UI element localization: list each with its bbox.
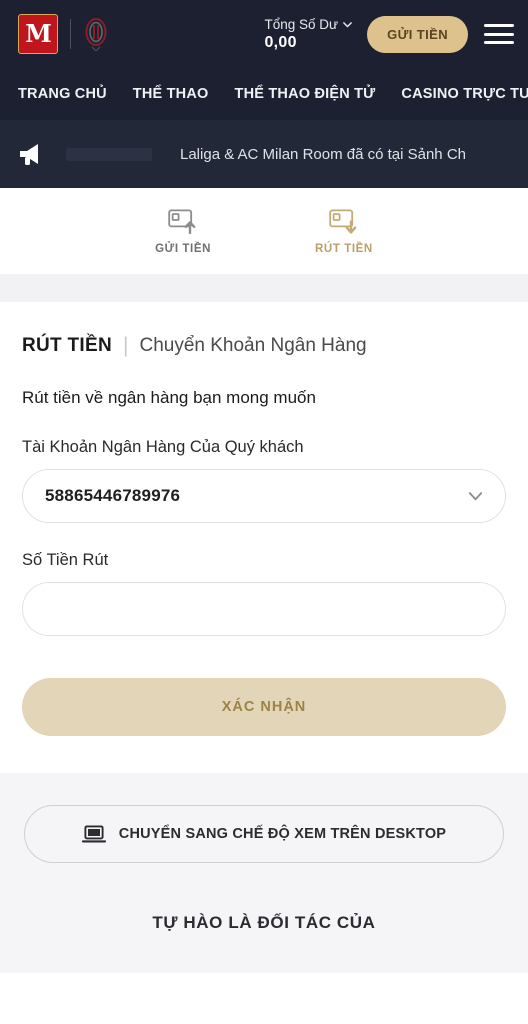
withdraw-form-card: RÚT TIỀN | Chuyển Khoản Ngân Hàng Rút ti… [0,302,528,408]
bank-account-input[interactable] [45,486,483,506]
nav-item-the-thao-dien-tu[interactable]: THỂ THAO ĐIỆN TỬ [235,86,376,102]
chevron-down-icon[interactable] [466,487,485,506]
logo-group[interactable]: M [18,14,109,54]
amount-input[interactable] [45,599,483,619]
laptop-icon [81,824,106,842]
ac-milan-crest-icon [85,18,107,51]
hamburger-line [484,41,514,44]
bank-account-select[interactable] [22,469,506,523]
hamburger-menu-icon[interactable] [484,22,514,46]
confirm-button[interactable]: XÁC NHẬN [22,678,506,736]
nav-item-trang-chu[interactable]: TRANG CHỦ [18,86,107,102]
amount-field: Số Tiền Rút [0,551,528,636]
tab-deposit-label: GỬI TIỀN [155,242,212,255]
hamburger-line [484,24,514,27]
tab-deposit[interactable]: GỬI TIỀN [155,208,211,255]
page-footer: CHUYỂN SANG CHẾ ĐỘ XEM TRÊN DESKTOP TỰ H… [0,773,528,973]
nav-item-the-thao[interactable]: THỂ THAO [133,86,209,102]
megaphone-icon [20,144,38,165]
page-title-strong: RÚT TIỀN [22,335,113,356]
announcement-text[interactable]: Laliga & AC Milan Room đã có tại Sảnh Ch [180,146,466,163]
chevron-down-icon[interactable] [342,19,353,30]
page-subtitle: Rút tiền về ngân hàng bạn mong muốn [22,388,316,407]
main-navigation: TRANG CHỦ THỂ THAO THỂ THAO ĐIỆN TỬ CASI… [0,68,528,120]
deposit-button[interactable]: GỬI TIỀN [367,15,468,53]
transaction-tabs: GỬI TIỀN RÚT TIỀN [0,188,528,274]
bank-account-label: Tài Khoản Ngân Hàng Của Quý khách [22,438,304,456]
nav-item-casino-truc-tuyen[interactable]: CASINO TRỰC TUYẾN [401,86,528,102]
section-divider [0,274,528,302]
switch-to-desktop-button[interactable]: CHUYỂN SANG CHẾ ĐỘ XEM TRÊN DESKTOP [24,805,504,863]
bank-account-field: Tài Khoản Ngân Hàng Của Quý khách [0,438,528,523]
balance-value: 0,00 [264,34,297,52]
balance-label-row[interactable]: Tổng Số Dư [264,16,353,34]
page-title: RÚT TIỀN | Chuyển Khoản Ngân Hàng [22,334,506,358]
partner-section-title: TỰ HÀO LÀ ĐỐI TÁC CỦA [152,913,376,932]
amount-input-shell[interactable] [22,582,506,636]
hamburger-line [484,32,514,36]
switch-to-desktop-label: CHUYỂN SANG CHẾ ĐỘ XEM TRÊN DESKTOP [118,826,447,842]
page-title-light: Chuyển Khoản Ngân Hàng [139,335,367,356]
marquee-loading-placeholder [66,147,152,161]
site-header: M Tổng Số Dư 0,00 GỬI TIỀN [0,0,528,68]
field-spacer [0,523,528,551]
tab-withdraw-label: RÚT TIỀN [315,242,373,255]
amount-label: Số Tiền Rút [22,551,109,569]
balance-block[interactable]: Tổng Số Dư 0,00 [264,16,353,53]
brand-logo-icon[interactable]: M [18,14,58,54]
wallet-up-icon [168,209,196,234]
logo-divider [70,19,71,49]
page-title-separator: | [123,334,129,357]
wallet-down-icon [329,209,357,234]
balance-label: Tổng Số Dư [264,16,339,32]
announcement-bar: Laliga & AC Milan Room đã có tại Sảnh Ch [0,120,528,188]
tab-withdraw[interactable]: RÚT TIỀN [315,208,373,255]
